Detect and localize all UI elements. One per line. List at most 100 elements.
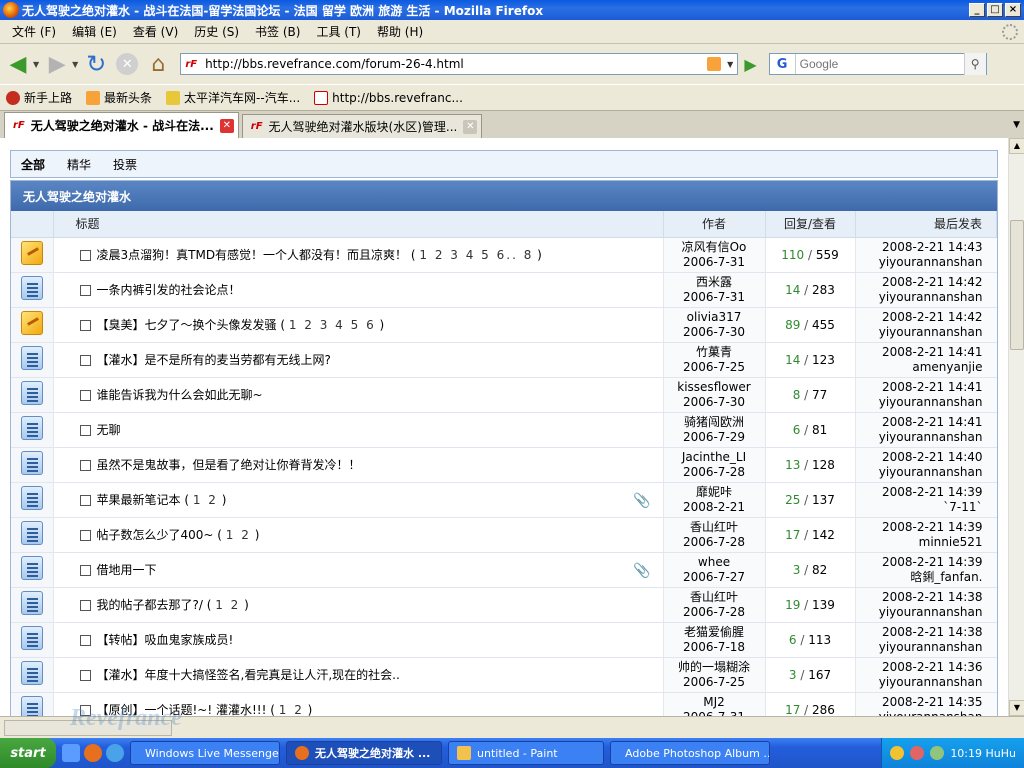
home-icon[interactable]: ⌂ — [144, 50, 172, 78]
lastpost-user[interactable]: yiyourannanshan — [856, 255, 983, 270]
table-row[interactable]: 【灌水】年度十大搞怪签名,看完真是让人汗,现在的社会.. 帅的一塌糊涂 2006-7… — [11, 657, 997, 693]
thread-title-link[interactable]: 借地用一下 — [97, 563, 157, 577]
author-name[interactable]: 香山红叶 — [664, 590, 765, 605]
lastpost-user[interactable]: minnie521 — [856, 535, 983, 550]
select-checkbox[interactable] — [79, 390, 91, 401]
lastpost-user[interactable]: yiyourannanshan — [856, 325, 983, 340]
taskbar-messenger[interactable]: Windows Live Messenger — [130, 741, 280, 765]
tab-admin[interactable]: rF 无人驾驶绝对灌水版块(水区)管理... ✕ — [241, 114, 483, 138]
thread-title-link[interactable]: 【灌水】年度十大搞怪签名,看完真是让人汗,现在的社会.. — [97, 668, 400, 682]
page-links[interactable]: 1 2 3 4 5 6 — [289, 318, 376, 332]
lastpost-user[interactable]: `7-11` — [856, 500, 982, 515]
author-name[interactable]: MJ2 — [664, 695, 765, 710]
scrollbar-thumb[interactable] — [1010, 220, 1024, 350]
table-row[interactable]: 【转帖】吸血鬼家族成员! 老猫爱偷腥 2006-7-18 6 / 113 2008-2-… — [11, 622, 997, 658]
author-name[interactable]: 香山红叶 — [664, 520, 765, 535]
select-checkbox[interactable] — [79, 530, 91, 541]
author-name[interactable]: whee — [664, 555, 765, 570]
tab-all[interactable]: 全部 — [21, 156, 45, 173]
thread-title-link[interactable]: 一条内裤引发的社会论点！ — [97, 283, 241, 297]
author-name[interactable]: 骑猪闯欧洲 — [664, 415, 765, 430]
lastpost-time[interactable]: 2008-2-21 14:41 — [856, 345, 983, 360]
lastpost-user[interactable]: yiyourannanshan — [856, 430, 983, 445]
close-button[interactable]: × — [1005, 3, 1021, 17]
menu-edit[interactable]: 编辑 (E) — [64, 23, 125, 40]
url-text[interactable]: http://bbs.revefrance.com/forum-26-4.htm… — [205, 57, 707, 71]
page-links[interactable]: 1 2 3 4 5 6.. 8 — [419, 248, 533, 262]
table-row[interactable]: 谁能告诉我为什么会如此无聊~ kissesflower 2006-7-30 8 / 7… — [11, 377, 997, 413]
author-name[interactable]: Jacinthe_LI — [664, 450, 765, 465]
minimize-button[interactable]: _ — [969, 3, 985, 17]
go-arrow-icon[interactable]: ▶ — [744, 55, 756, 74]
select-checkbox[interactable] — [79, 460, 91, 471]
lastpost-time[interactable]: 2008-2-21 14:41 — [856, 415, 983, 430]
tab-list-dropdown-icon[interactable]: ▼ — [1013, 120, 1020, 130]
thread-title-link[interactable]: 【转帖】吸血鬼家族成员! — [97, 633, 234, 647]
menu-bookmarks[interactable]: 书签 (B) — [247, 23, 308, 40]
menu-history[interactable]: 历史 (S) — [186, 23, 247, 40]
tray-icon[interactable] — [910, 746, 925, 760]
lastpost-time[interactable]: 2008-2-21 14:39 — [856, 485, 983, 500]
search-input[interactable] — [795, 57, 964, 71]
scroll-up-icon[interactable]: ▲ — [1009, 138, 1024, 154]
lastpost-user[interactable]: yiyourannanshan — [856, 640, 983, 655]
lastpost-user[interactable]: amenyanjie — [856, 360, 982, 375]
lastpost-time[interactable]: 2008-2-21 14:38 — [856, 590, 983, 605]
menu-tools[interactable]: 工具 (T) — [308, 23, 369, 40]
column-lastpost[interactable]: 最后发表 — [855, 211, 997, 238]
author-name[interactable]: kissesflower — [664, 380, 765, 395]
window-titlebar[interactable]: 无人驾驶之绝对灌水 - 战斗在法国-留学法国论坛 - 法国 留学 欧洲 旅游 生… — [0, 0, 1024, 20]
address-bar[interactable]: rF http://bbs.revefrance.com/forum-26-4.… — [180, 53, 739, 75]
taskbar-paint[interactable]: untitled - Paint — [448, 741, 604, 765]
close-tab-icon[interactable]: ✕ — [219, 118, 234, 133]
select-checkbox[interactable] — [79, 285, 91, 296]
thread-title-link[interactable]: 苹果最新笔记本 — [97, 493, 181, 507]
bookmark-item[interactable]: 最新头条 — [86, 89, 152, 106]
tab-forum[interactable]: rF 无人驾驶之绝对灌水 - 战斗在法... ✕ — [4, 112, 239, 138]
author-name[interactable]: 竹菓青 — [664, 345, 765, 360]
select-checkbox[interactable] — [79, 250, 91, 261]
tab-digest[interactable]: 精华 — [67, 156, 91, 173]
thread-title-link[interactable]: 凌晨3点溜狗！真TMD有感觉！一个人都没有！而且凉爽！ — [97, 248, 408, 262]
maximize-button[interactable]: □ — [987, 3, 1003, 17]
column-stats[interactable]: 回复/查看 — [765, 211, 856, 238]
author-name[interactable]: 靡妮咔 — [664, 485, 765, 500]
back-arrow-icon[interactable]: ◀ — [4, 50, 32, 78]
select-checkbox[interactable] — [79, 670, 91, 681]
vertical-scrollbar[interactable]: ▲ ▼ — [1008, 138, 1024, 716]
table-row[interactable]: 借地用一下 📎 whee 2006-7-27 3 / 82 2008-2-21 14:39… — [11, 552, 997, 588]
table-row[interactable]: 苹果最新笔记本 ( 1 2 ) 📎 靡妮咔 2008-2-21 25 / 137 2008… — [11, 482, 997, 518]
menu-view[interactable]: 查看 (V) — [125, 23, 186, 40]
quick-launch-icon[interactable] — [62, 744, 80, 762]
lastpost-time[interactable]: 2008-2-21 14:43 — [856, 240, 983, 255]
lastpost-time[interactable]: 2008-2-21 14:40 — [856, 450, 983, 465]
back-history-dropdown-icon[interactable]: ▼ — [33, 60, 39, 69]
lastpost-time[interactable]: 2008-2-21 14:38 — [856, 625, 983, 640]
thread-title-link[interactable]: 无聊 — [97, 423, 121, 437]
select-checkbox[interactable] — [79, 425, 91, 436]
lastpost-time[interactable]: 2008-2-21 14:36 — [856, 660, 983, 675]
clock[interactable]: 10:19 HuHu — [950, 747, 1016, 760]
taskbar-photoshop-album[interactable]: Adobe Photoshop Album ... — [610, 741, 770, 765]
forward-arrow-icon[interactable]: ▶ — [43, 50, 71, 78]
scroll-down-icon[interactable]: ▼ — [1009, 700, 1024, 716]
table-row[interactable]: 帖子数怎么少了400~ ( 1 2 ) 香山红叶 2006-7-28 17 / 142… — [11, 517, 997, 553]
select-checkbox[interactable] — [79, 600, 91, 611]
author-name[interactable]: olivia317 — [664, 310, 765, 325]
url-history-dropdown-icon[interactable]: ▼ — [727, 60, 733, 69]
table-row[interactable]: 【臭美】七夕了～换个头像发发骚 ( 1 2 3 4 5 6 ) olivia317… — [11, 307, 997, 343]
reload-icon[interactable]: ↻ — [82, 50, 110, 78]
firefox-icon[interactable] — [84, 744, 102, 762]
thread-title-link[interactable]: 【灌水】是不是所有的麦当劳都有无线上网? — [97, 353, 331, 367]
select-checkbox[interactable] — [79, 320, 91, 331]
table-row[interactable]: 我的帖子都去那了?/ ( 1 2 ) 香山红叶 2006-7-28 19 / 139 2… — [11, 587, 997, 623]
tab-poll[interactable]: 投票 — [113, 156, 137, 173]
lastpost-time[interactable]: 2008-2-21 14:39 — [856, 520, 983, 535]
select-checkbox[interactable] — [79, 355, 91, 366]
tray-icon[interactable] — [930, 746, 945, 760]
column-author[interactable]: 作者 — [663, 211, 766, 238]
thread-title-link[interactable]: 谁能告诉我为什么会如此无聊~ — [97, 388, 263, 402]
thread-title-link[interactable]: 虽然不是鬼故事，但是看了绝对让你脊背发冷！！ — [97, 458, 361, 472]
forward-history-dropdown-icon[interactable]: ▼ — [72, 60, 78, 69]
page-links[interactable]: 1 2 — [193, 493, 218, 507]
